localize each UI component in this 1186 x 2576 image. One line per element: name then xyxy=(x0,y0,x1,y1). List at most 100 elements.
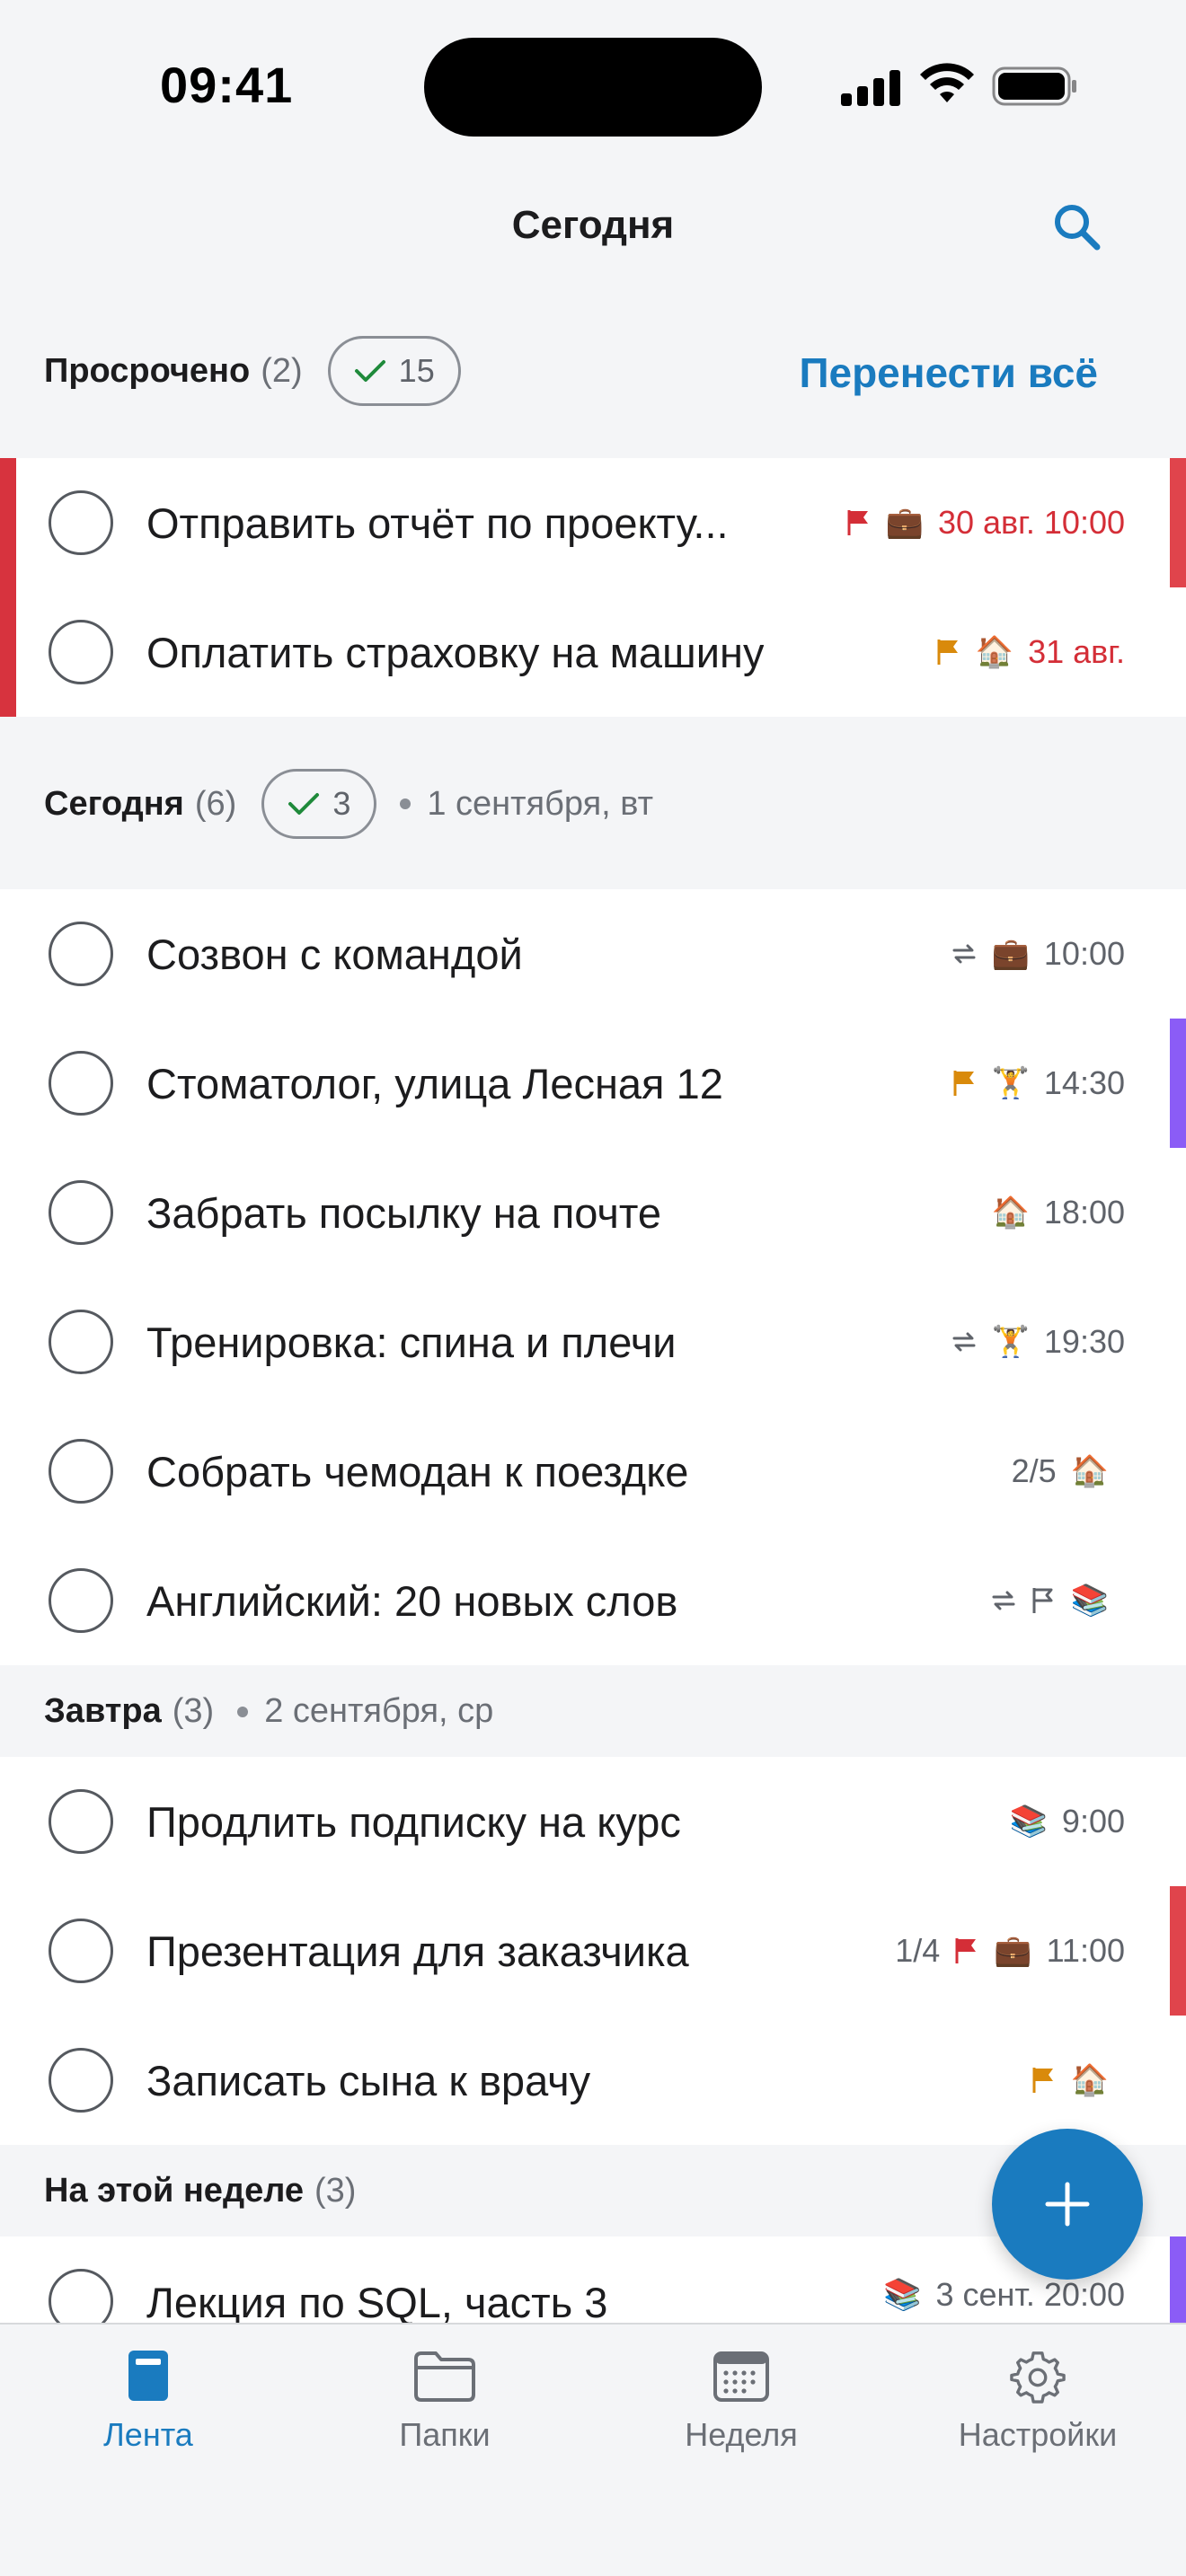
priority-marker xyxy=(1170,1019,1186,1148)
task-row[interactable]: Оплатить страховку на машину 🏠 31 авг. xyxy=(0,587,1186,717)
task-checkbox[interactable] xyxy=(49,1919,113,1983)
dynamic-island xyxy=(424,38,762,137)
repeat-icon xyxy=(952,944,976,964)
tab-label: Неделя xyxy=(685,2416,798,2453)
priority-marker xyxy=(1170,2236,1186,2323)
tab-label: Папки xyxy=(399,2416,491,2453)
tab-label: Лента xyxy=(103,2416,193,2453)
section-header-today: Сегодня (6) 3 1 сентября, вт xyxy=(0,769,1186,839)
task-title: Забрать посылку на почте xyxy=(146,1188,662,1237)
status-bar: 09:41 xyxy=(0,0,1186,171)
search-button[interactable] xyxy=(1046,196,1109,259)
task-title: Стоматолог, улица Лесная 12 xyxy=(146,1059,723,1107)
house-icon: 🏠 xyxy=(991,1195,1030,1230)
task-due: 3 сент. 20:00 xyxy=(935,2276,1125,2313)
task-row[interactable]: Отправить отчёт по проекту... 💼 30 авг. … xyxy=(0,458,1186,587)
completed-count: 3 xyxy=(332,785,351,822)
task-group-today: Созвон с командой 💼 10:00 Стоматолог, ул… xyxy=(0,889,1186,1665)
task-title: Английский: 20 новых слов xyxy=(146,1576,678,1625)
task-row[interactable]: Продлить подписку на курс 📚 9:00 xyxy=(0,1757,1186,1886)
task-title: Отправить отчёт по проекту... xyxy=(146,498,729,547)
task-due: 30 авг. 10:00 xyxy=(937,504,1125,541)
task-title: Созвон с командой xyxy=(146,930,523,978)
task-row[interactable]: Стоматолог, улица Лесная 12 🏋 14:30 xyxy=(0,1019,1186,1148)
task-row[interactable]: Созвон с командой 💼 10:00 xyxy=(0,889,1186,1019)
page-title: Сегодня xyxy=(511,203,675,247)
repeat-icon xyxy=(952,1332,976,1352)
task-checkbox[interactable] xyxy=(49,620,113,684)
section-title: Сегодня xyxy=(44,784,184,823)
reschedule-all-button[interactable]: Перенести всё xyxy=(799,348,1098,397)
task-checkbox[interactable] xyxy=(49,2269,113,2323)
add-task-button[interactable] xyxy=(992,2129,1143,2280)
flag-orange-icon xyxy=(937,640,958,665)
task-group-tomorrow: Продлить подписку на курс 📚 9:00 Презент… xyxy=(0,1757,1186,2145)
task-checkbox[interactable] xyxy=(49,1568,113,1633)
task-title: Записать сына к врачу xyxy=(146,2056,591,2104)
tab-label: Настройки xyxy=(958,2416,1118,2453)
house-icon: 🏠 xyxy=(1070,1454,1109,1488)
task-due: 10:00 xyxy=(1043,935,1125,972)
house-icon: 🏠 xyxy=(1070,2063,1109,2097)
task-checkbox[interactable] xyxy=(49,1789,113,1854)
task-due: 31 авг. xyxy=(1028,633,1125,670)
task-title: Собрать чемодан к поездке xyxy=(146,1447,689,1495)
completed-toggle[interactable]: 15 xyxy=(327,336,461,406)
task-checkbox[interactable] xyxy=(49,1310,113,1374)
wifi-icon xyxy=(920,63,974,102)
section-count: (3) xyxy=(314,2172,357,2210)
task-checkbox[interactable] xyxy=(49,490,113,555)
task-checkbox[interactable] xyxy=(49,1051,113,1116)
task-due: 14:30 xyxy=(1043,1064,1125,1101)
priority-marker xyxy=(1170,458,1186,587)
folder-icon xyxy=(414,2351,475,2402)
section-title: Завтра xyxy=(44,1692,162,1730)
section-count: (3) xyxy=(172,1692,215,1730)
briefcase-icon: 💼 xyxy=(885,506,924,540)
tab-settings[interactable]: Настройки xyxy=(890,2348,1186,2454)
section-date: 2 сентября, ср xyxy=(264,1692,494,1730)
task-row[interactable]: Собрать чемодан к поездке 2/5 🏠 xyxy=(0,1407,1186,1536)
search-icon xyxy=(1055,205,1101,251)
tab-week[interactable]: Неделя xyxy=(593,2348,890,2454)
subtask-progress: 2/5 xyxy=(1011,1452,1057,1489)
weightlifter-icon: 🏋 xyxy=(991,1066,1030,1100)
task-checkbox[interactable] xyxy=(49,1180,113,1245)
task-row[interactable]: Тренировка: спина и плечи 🏋 19:30 xyxy=(0,1277,1186,1407)
completed-toggle[interactable]: 3 xyxy=(261,769,377,839)
section-title: На этой неделе xyxy=(44,2172,304,2210)
briefcase-icon: 💼 xyxy=(994,1934,1032,1968)
task-title: Продлить подписку на курс xyxy=(146,1797,681,1846)
section-date: 1 сентября, вт xyxy=(427,784,654,823)
task-row[interactable]: Английский: 20 новых слов 📚 xyxy=(0,1536,1186,1665)
task-title: Оплатить страховку на машину xyxy=(146,628,765,676)
task-checkbox[interactable] xyxy=(49,922,113,986)
plus-icon xyxy=(1045,2182,1090,2227)
tab-feed[interactable]: Лента xyxy=(0,2348,296,2454)
task-row[interactable]: Забрать посылку на почте 🏠 18:00 xyxy=(0,1148,1186,1277)
books-icon: 📚 xyxy=(1009,1804,1048,1839)
tab-folders[interactable]: Папки xyxy=(296,2348,593,2454)
task-checkbox[interactable] xyxy=(49,1439,113,1504)
task-due: 11:00 xyxy=(1046,1932,1125,1969)
repeat-icon xyxy=(992,1591,1015,1610)
calendar-icon xyxy=(713,2351,769,2402)
task-title: Презентация для заказчика xyxy=(146,1927,689,1975)
books-icon: 📚 xyxy=(1070,1584,1109,1618)
task-due: 18:00 xyxy=(1043,1194,1125,1231)
tab-bar: Лента Папки Неделя Настройки xyxy=(0,2323,1186,2576)
cellular-signal-icon xyxy=(841,70,900,106)
books-icon: 📚 xyxy=(883,2278,922,2312)
task-checkbox[interactable] xyxy=(49,2048,113,2113)
checkmark-icon xyxy=(288,793,320,815)
priority-marker xyxy=(1170,1886,1186,2016)
section-count: (2) xyxy=(261,351,303,390)
flag-red-icon xyxy=(955,1938,977,1963)
flag-outline-icon xyxy=(1032,1588,1053,1613)
task-row[interactable]: Записать сына к врачу 🏠 xyxy=(0,2016,1186,2145)
task-row[interactable]: Презентация для заказчика 1/4 💼 11:00 xyxy=(0,1886,1186,2016)
house-icon: 🏠 xyxy=(975,635,1014,669)
battery-icon xyxy=(992,66,1076,106)
section-header-tomorrow: Завтра (3) 2 сентября, ср xyxy=(0,1692,1186,1731)
briefcase-icon: 💼 xyxy=(991,937,1030,971)
